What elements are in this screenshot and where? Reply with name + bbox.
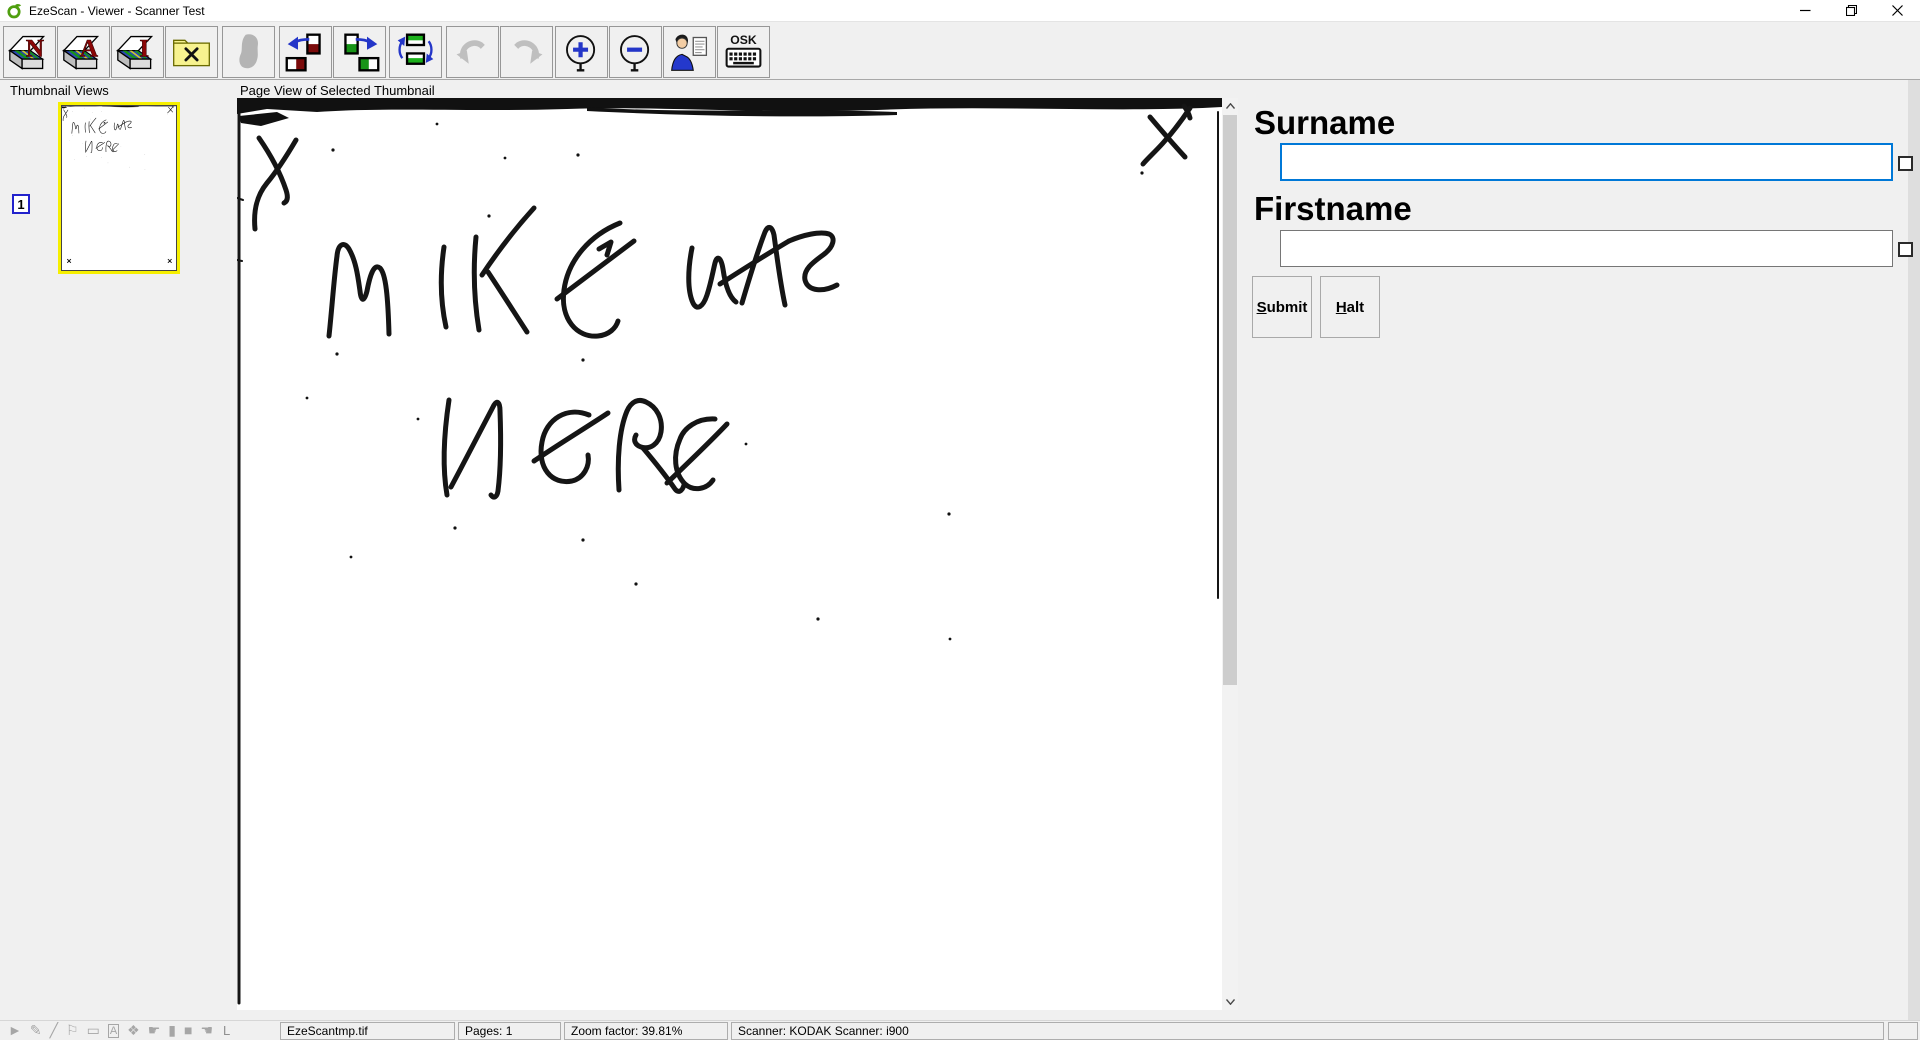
hand-tool-icon[interactable]: ☛ [148,1021,161,1040]
text-tool-icon[interactable]: A [108,1024,119,1038]
move-right-icon [337,30,382,75]
status-scanner: Scanner: KODAK Scanner: i900 [731,1022,1884,1040]
svg-text:A: A [80,34,99,62]
delete-page-button-disabled[interactable] [222,26,275,78]
svg-text:N: N [26,34,44,62]
restore-button[interactable] [1828,0,1874,22]
surname-field[interactable] [1280,143,1893,181]
surname-label: Surname [1254,104,1395,142]
vertical-scrollbar[interactable] [1222,98,1238,1010]
undo-icon [450,30,495,75]
status-filename: EzeScantmp.tif [280,1022,455,1040]
minimize-icon [1800,5,1811,16]
submit-button[interactable]: Submit [1252,276,1312,338]
thumbnail-views-label: Thumbnail Views [10,83,109,98]
svg-text:OSK: OSK [730,33,757,47]
ezescan-logo-icon [6,3,22,19]
undo-button[interactable] [446,26,499,78]
minimize-button[interactable] [1782,0,1828,22]
redo-icon [504,30,549,75]
status-pages: Pages: 1 [458,1022,561,1040]
move-left-icon [283,30,328,75]
firstname-field[interactable] [1280,230,1893,267]
pointer-tool-icon[interactable]: ► [8,1021,22,1040]
close-file-button[interactable] [165,26,218,78]
flag-tool-icon[interactable]: ⚐ [66,1021,79,1040]
scanner-insert-icon: I [115,30,160,75]
zoom-out-button[interactable] [609,26,662,78]
restore-icon [1846,5,1857,16]
zoom-in-icon [559,30,604,75]
scroll-down-arrow[interactable] [1222,994,1238,1010]
firstname-aux-button[interactable] [1898,242,1913,257]
scanned-page-image [237,98,1222,1010]
panel-right-edge [1908,80,1920,1020]
person-document-icon [667,30,712,75]
rectangle-tool-icon[interactable]: ▭ [87,1021,100,1040]
pen-tool-icon[interactable]: ✎ [30,1021,42,1040]
folder-close-icon [169,30,214,75]
scanner-append-icon: A [61,30,106,75]
page-view-label: Page View of Selected Thumbnail [240,83,435,98]
firstname-label: Firstname [1254,190,1412,228]
page-number-badge: 1 [12,194,30,214]
scroll-up-arrow[interactable] [1222,98,1238,114]
scan-append-button[interactable]: A [57,26,110,78]
window-title: EzeScan - Viewer - Scanner Test [29,4,205,18]
operator-details-button[interactable] [663,26,716,78]
move-page-left-button[interactable] [279,26,332,78]
scan-new-button[interactable]: N [3,26,56,78]
status-zoom-factor: Zoom factor: 39.81% [564,1022,728,1040]
scrollbar-thumb[interactable] [1223,115,1237,685]
bar-tool-icon[interactable]: ▮ [168,1021,176,1040]
close-icon [1892,5,1903,16]
thumbnail-image [61,105,177,271]
page-number: 1 [17,197,24,212]
status-resize-grip [1888,1022,1918,1040]
scan-insert-button[interactable]: I [111,26,164,78]
surname-aux-button[interactable] [1898,156,1913,171]
zoom-in-button[interactable] [555,26,608,78]
title-bar: EzeScan - Viewer - Scanner Test [0,0,1920,22]
halt-button[interactable]: Halt [1320,276,1380,338]
square-tool-icon[interactable]: ■ [184,1021,192,1040]
rotate-pages-button[interactable] [389,26,442,78]
mode-letter: L [223,1023,230,1038]
thumbnail-page-1[interactable] [58,102,180,274]
page-view-canvas[interactable]: MIKE WAS HERE [237,98,1222,1010]
scanner-new-icon: N [7,30,52,75]
rotate-icon [393,30,438,75]
close-button[interactable] [1874,0,1920,22]
stamp-tool-icon[interactable]: ❖ [127,1021,140,1040]
hand-left-tool-icon[interactable]: ☚ [200,1021,213,1040]
on-screen-keyboard-button[interactable]: OSK [717,26,770,78]
disabled-blob-icon [226,30,271,75]
status-bar: ► ✎ ╱ ⚐ ▭ A ❖ ☛ ▮ ■ ☚ L EzeScantmp.tif P… [0,1020,1920,1040]
redo-button[interactable] [500,26,553,78]
line-tool-icon[interactable]: ╱ [50,1021,58,1040]
osk-keyboard-icon: OSK [721,30,766,75]
svg-text:I: I [139,34,149,62]
zoom-out-icon [613,30,658,75]
main-toolbar: N A I [0,22,1920,80]
move-page-right-button[interactable] [333,26,386,78]
